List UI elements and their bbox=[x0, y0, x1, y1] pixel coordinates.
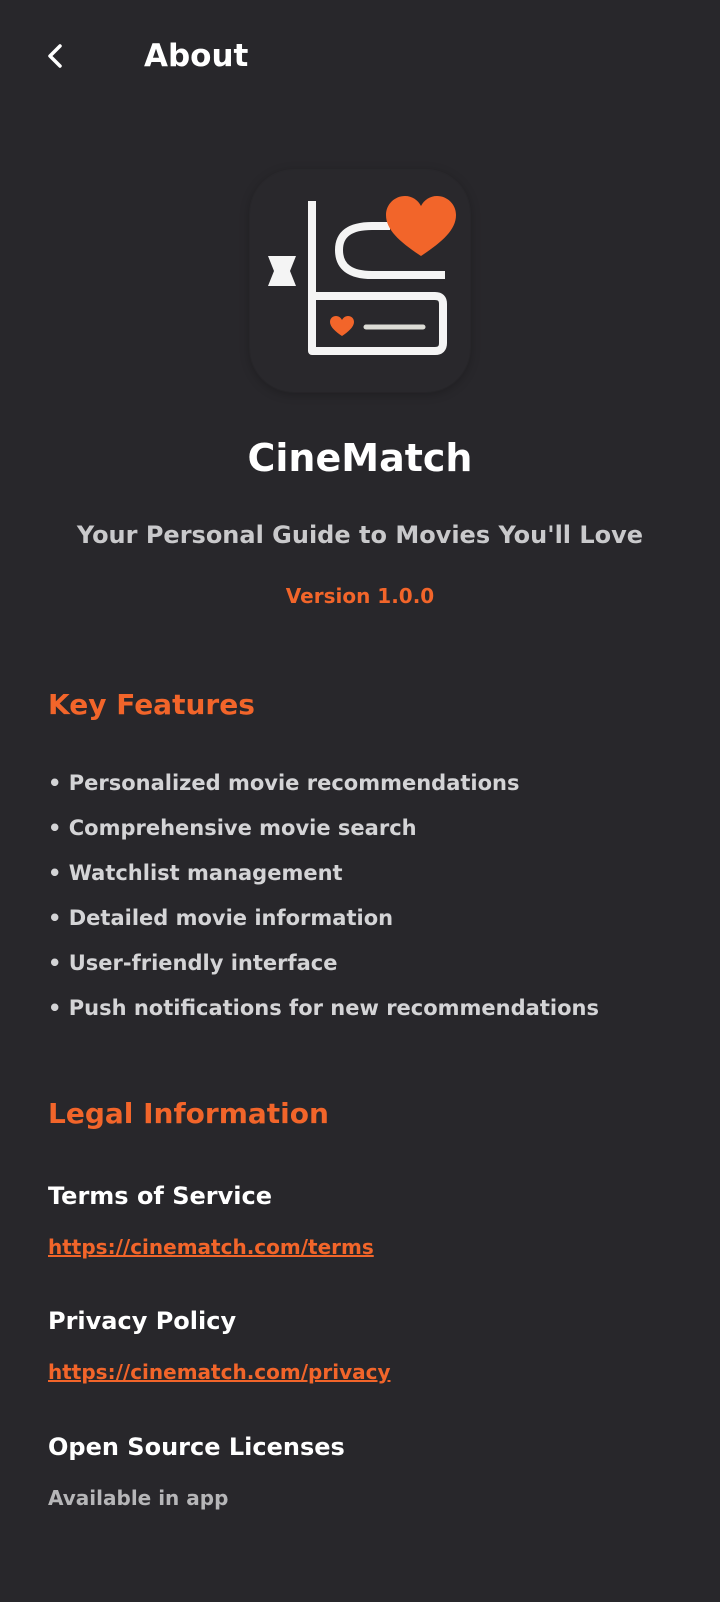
back-button[interactable] bbox=[34, 34, 78, 78]
terms-link[interactable]: https://cinematch.com/terms bbox=[48, 1235, 374, 1259]
feature-item: • Comprehensive movie search bbox=[48, 816, 417, 840]
features-list: • Personalized movie recommendations • C… bbox=[48, 768, 599, 1038]
licenses-availability-note: Available in app bbox=[48, 1486, 229, 1510]
feature-item: • Push notifications for new recommendat… bbox=[48, 996, 599, 1020]
feature-item: • User-friendly interface bbox=[48, 951, 338, 975]
terms-of-service-label: Terms of Service bbox=[48, 1182, 273, 1210]
key-features-heading: Key Features bbox=[48, 688, 255, 721]
app-name: CineMatch bbox=[247, 436, 473, 480]
privacy-link[interactable]: https://cinematch.com/privacy bbox=[48, 1360, 391, 1384]
feature-item: • Watchlist management bbox=[48, 861, 343, 885]
privacy-policy-label: Privacy Policy bbox=[48, 1307, 237, 1335]
chevron-left-icon bbox=[48, 44, 62, 68]
page-title: About bbox=[144, 38, 249, 74]
app-logo bbox=[250, 170, 470, 392]
app-version: Version 1.0.0 bbox=[285, 584, 435, 608]
legal-information-heading: Legal Information bbox=[48, 1097, 329, 1130]
feature-item: • Detailed movie information bbox=[48, 906, 394, 930]
cinematch-logo-icon bbox=[268, 196, 456, 355]
feature-item: • Personalized movie recommendations bbox=[48, 771, 520, 795]
open-source-licenses-label: Open Source Licenses bbox=[48, 1433, 345, 1461]
app-tagline: Your Personal Guide to Movies You'll Lov… bbox=[76, 521, 644, 549]
app-header: About bbox=[0, 0, 720, 114]
